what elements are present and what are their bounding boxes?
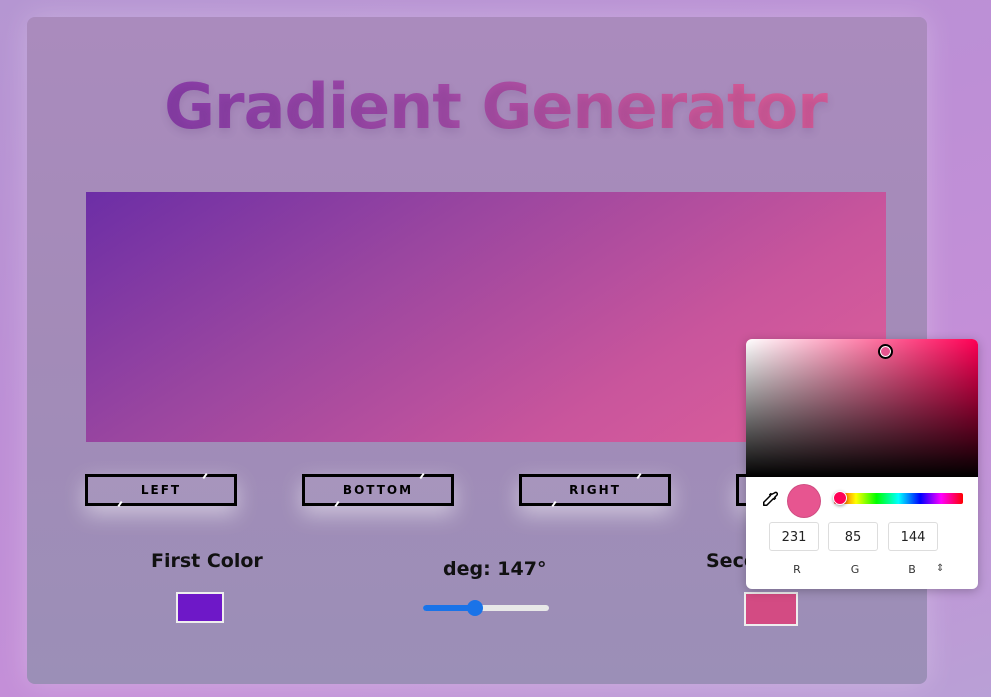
hue-slider-thumb[interactable] [833, 491, 848, 505]
first-color-swatch[interactable] [176, 592, 224, 623]
saturation-value-cursor[interactable] [878, 344, 894, 360]
direction-bottom-button[interactable]: BOTTOM [302, 474, 454, 506]
color-picker-popover: 231 85 144 R G B ⇕ [746, 339, 978, 589]
blue-label: B [908, 563, 916, 576]
angle-label: deg: 147° [443, 558, 547, 580]
page-title: Gradient Generator [0, 70, 991, 143]
angle-slider[interactable] [423, 600, 549, 616]
second-color-swatch[interactable] [744, 592, 798, 626]
green-input[interactable]: 85 [828, 522, 878, 551]
red-label: R [793, 563, 801, 576]
blue-input[interactable]: 144 [888, 522, 938, 551]
saturation-value-area[interactable] [746, 339, 978, 477]
hue-slider[interactable] [833, 491, 963, 505]
direction-right-button[interactable]: RIGHT [519, 474, 671, 506]
color-mode-toggle-icon[interactable]: ⇕ [936, 563, 944, 574]
red-input[interactable]: 231 [769, 522, 819, 551]
direction-left-button[interactable]: LEFT [85, 474, 237, 506]
current-color-preview [787, 484, 821, 518]
eyedropper-icon[interactable] [760, 491, 778, 509]
angle-slider-thumb[interactable] [466, 600, 483, 616]
first-color-label: First Color [151, 550, 263, 572]
green-label: G [850, 563, 860, 576]
